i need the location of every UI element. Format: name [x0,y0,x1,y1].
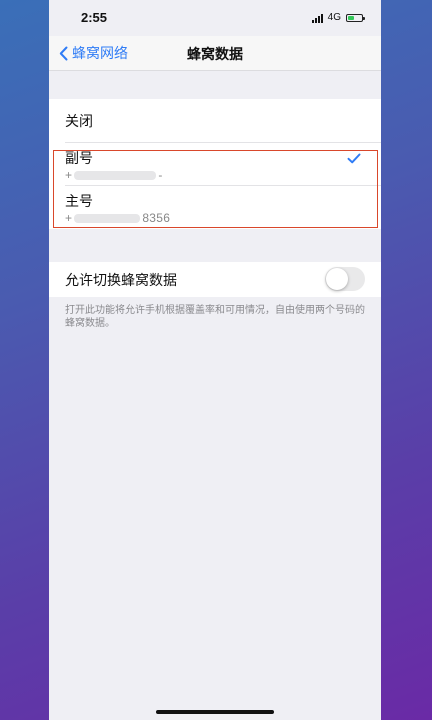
home-indicator[interactable] [156,710,274,714]
primary-number-suffix: 8356 [142,211,171,225]
navigation-bar: 蜂窝网络 蜂窝数据 [49,36,381,71]
row-divider [65,185,381,186]
primary-line-label: 主号 [65,193,93,209]
redacted-number [74,171,157,181]
allow-switching-row: 允许切换蜂窝数据 [49,262,381,297]
allow-switching-toggle[interactable] [325,267,365,291]
status-indicators: 4G [311,12,365,23]
primary-number-prefix: + [65,211,73,225]
redacted-number [74,214,141,224]
checkmark-icon [347,153,361,164]
primary-line-number: +8356 [65,211,170,225]
page-title: 蜂窝数据 [187,46,243,62]
option-primary-line[interactable]: 主号 +8356 [49,190,381,229]
switching-footnote: 打开此功能将允许手机根据覆盖率和可用情况，自由使用两个号码的蜂窝数据。 [65,305,365,329]
data-line-options: 关闭 副号 + - 主号 +8356 [49,99,381,229]
secondary-number-suffix: - [158,168,163,182]
allow-switching-label: 允许切换蜂窝数据 [65,271,177,288]
secondary-number-prefix: + [65,168,73,182]
toggle-knob [326,268,348,290]
option-secondary-line[interactable]: 副号 + - [49,147,381,186]
phone-screen: 2:55 4G 蜂窝网络 蜂窝数据 关闭 副号 + - 主号 + 8356 允许… [49,0,381,720]
signal-icon [311,13,323,23]
battery-level [348,15,354,20]
network-type: 4G [327,12,341,23]
status-time: 2:55 [81,10,108,25]
option-off-label: 关闭 [65,113,93,129]
secondary-line-label: 副号 [65,150,93,166]
battery-icon [346,13,365,22]
switching-group: 允许切换蜂窝数据 [49,262,381,297]
secondary-line-number: + - [65,168,163,182]
status-bar: 2:55 4G [49,0,381,36]
row-divider [65,142,381,143]
option-off[interactable]: 关闭 [49,99,381,143]
